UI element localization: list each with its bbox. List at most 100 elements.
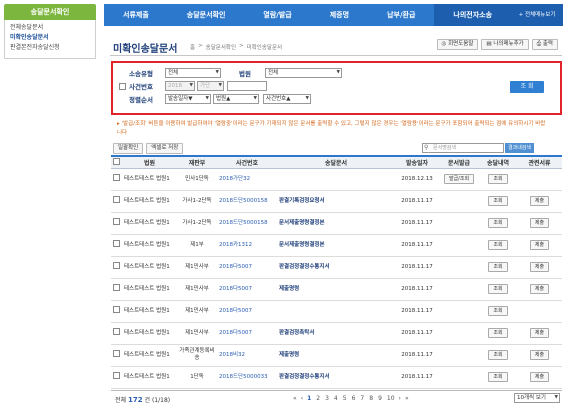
nav-item-payment-refund[interactable]: 납부/환급 (368, 4, 434, 26)
issue-button[interactable]: 발급/조회 (443, 174, 475, 184)
page-number[interactable]: 8 (369, 395, 373, 402)
table-row[interactable]: 테스트테스트 법원1 가사1-2단독 2018드단5000158 판결기록검정요청서 2… (111, 190, 562, 213)
sidebar-item-unconfirmed-documents[interactable]: 미확인송달문서 (10, 33, 90, 43)
print-button[interactable]: ⎙ 출력 (531, 39, 558, 50)
cell-document[interactable]: 판결검정결정수통지서 (277, 256, 395, 279)
table-row[interactable]: 테스트테스트 법원1 제1민사부 2018다5007 제출명령 2018.11.17 조회… (111, 278, 562, 301)
row-checkbox[interactable] (111, 300, 122, 323)
table-row[interactable]: 테스트테스트 법원1 가족관계등록비송 2018비32 제출명령 2018.11.17 조… (111, 344, 562, 367)
page-number[interactable]: 6 (352, 395, 356, 402)
breadcrumb-delivery-check[interactable]: 송달문서확인 (206, 43, 236, 51)
cell-case-number[interactable]: 2018드단5000033 (217, 366, 277, 389)
case-number-input[interactable] (227, 81, 267, 91)
cell-case-number[interactable]: 2018다5007 (217, 278, 277, 301)
excel-save-button[interactable]: 엑셀로 저장 (146, 143, 184, 154)
cell-document[interactable] (277, 168, 395, 191)
submit-button[interactable]: 제출 (529, 196, 550, 206)
cell-case-number[interactable]: 2018다5007 (217, 322, 277, 345)
page-number[interactable]: 9 (378, 395, 382, 402)
nav-item-delivery-check[interactable]: 송달문서확인 (168, 4, 245, 26)
submit-button[interactable]: 제출 (529, 372, 550, 382)
row-checkbox[interactable] (111, 322, 122, 345)
row-checkbox[interactable] (111, 234, 122, 257)
row-checkbox[interactable] (111, 344, 122, 367)
case-type-select[interactable]: 전체 (165, 68, 221, 78)
nav-item-view-issue[interactable]: 열람/발급 (244, 4, 310, 26)
submit-button[interactable]: 제출 (529, 218, 550, 228)
cell-document[interactable]: 판결기록검정요청서 (277, 190, 395, 213)
submit-button[interactable]: 제출 (529, 284, 550, 294)
cell-document[interactable]: 제출명령 (277, 344, 395, 367)
row-checkbox[interactable] (111, 278, 122, 301)
cell-case-number[interactable]: 2018드단5000158 (217, 190, 277, 213)
search-button[interactable]: 조 회 (510, 81, 544, 93)
page-number[interactable]: 1 (307, 395, 311, 402)
sort-second-select[interactable]: 법원▲ (213, 94, 259, 104)
cell-case-number[interactable]: 2018다5007 (217, 256, 277, 279)
cell-document[interactable]: 판결검정결정수통지서 (277, 366, 395, 389)
table-row[interactable]: 테스트테스트 법원1 1단독 2018드단5000033 판결검정결정수통지서 2018… (111, 366, 562, 389)
breadcrumb-home[interactable]: 홈 (190, 43, 195, 51)
case-kind-select[interactable]: 가단 (197, 81, 224, 91)
nav-item-certificates[interactable]: 제증명 (311, 4, 368, 26)
page-number[interactable]: 5 (343, 395, 347, 402)
sidebar-item-all-documents[interactable]: 전체송달문서 (10, 23, 90, 33)
cell-case-number[interactable]: 2018카1312 (217, 234, 277, 257)
cell-case-number[interactable]: 2018비32 (217, 344, 277, 367)
document-search-input[interactable]: ⚲ 문서명검색 (422, 143, 504, 153)
cell-case-number[interactable]: 2018드단5000158 (217, 212, 277, 235)
nav-item-my-ecase[interactable]: 나의전자소송 (434, 4, 512, 26)
cell-document[interactable]: 제출명령 (277, 278, 395, 301)
row-checkbox[interactable] (111, 366, 122, 389)
row-checkbox[interactable] (111, 168, 122, 191)
row-checkbox[interactable] (111, 212, 122, 235)
select-all-checkbox[interactable] (111, 155, 122, 169)
cell-document[interactable]: 판결검정촉탁서 (277, 322, 395, 345)
nav-all-menu-button[interactable]: + 전체메뉴보기 (511, 4, 564, 26)
sort-third-select[interactable]: 사건번호▲ (263, 94, 311, 104)
row-checkbox[interactable] (111, 256, 122, 279)
sort-first-select[interactable]: 발송일자▼ (165, 94, 211, 104)
view-button[interactable]: 조회 (488, 174, 508, 184)
page-number[interactable]: 3 (325, 395, 329, 402)
page-number[interactable]: 2 (316, 395, 320, 402)
table-row[interactable]: 테스트테스트 법원1 제1민사부 2018다5007 판결검정결정수통지서 2018.1… (111, 256, 562, 279)
court-select[interactable]: 전체 (265, 68, 342, 78)
cell-case-number[interactable]: 2018가단32 (217, 168, 277, 191)
prev-page-icon[interactable]: ‹ (301, 395, 303, 402)
submit-button[interactable]: 제출 (529, 240, 550, 250)
view-button[interactable]: 조회 (488, 196, 508, 206)
case-year-select[interactable]: 2018 (165, 81, 195, 91)
page-number[interactable]: 7 (360, 395, 364, 402)
view-button[interactable]: 조회 (488, 218, 508, 228)
cell-document[interactable]: 문서제출명령결정본 (277, 234, 395, 257)
per-page-select[interactable]: 10개씩 보기 (514, 393, 560, 403)
page-number[interactable]: 4 (334, 395, 338, 402)
view-button[interactable]: 조회 (488, 306, 508, 316)
cell-document[interactable]: 문서제출명령결정본 (277, 212, 395, 235)
view-button[interactable]: 조회 (488, 262, 508, 272)
help-button[interactable]: ◎ 회면도움말 (436, 39, 479, 50)
view-button[interactable]: 조회 (488, 328, 508, 338)
last-page-icon[interactable]: » (405, 395, 409, 402)
add-my-menu-button[interactable]: ▤ 나의메뉴추가 (481, 39, 529, 50)
cell-case-number[interactable]: 2018다5007 (217, 300, 277, 323)
submit-button[interactable]: 제출 (529, 350, 550, 360)
view-button[interactable]: 조회 (488, 240, 508, 250)
view-button[interactable]: 조회 (488, 350, 508, 360)
view-button[interactable]: 조회 (488, 284, 508, 294)
nav-item-document-submit[interactable]: 서류제출 (104, 4, 168, 26)
table-row[interactable]: 테스트테스트 법원1 제1민사부 2018다5007 2018.11.17 조회 (111, 300, 562, 323)
table-row[interactable]: 테스트테스트 법원1 민사1단독 2018가단32 2018.12.13 발급/조회 조회 (111, 168, 562, 191)
case-number-checkbox[interactable] (119, 82, 126, 90)
submit-button[interactable]: 제출 (529, 262, 550, 272)
view-button[interactable]: 조회 (488, 372, 508, 382)
next-page-icon[interactable]: › (399, 395, 401, 402)
sidebar-item-judgment-request[interactable]: 판결본전자송달신청 (10, 43, 90, 53)
table-row[interactable]: 테스트테스트 법원1 제1민사부 2018다5007 판결검정촉탁서 2018.11.1… (111, 322, 562, 345)
search-in-results-button[interactable]: 결과내검색 (505, 143, 535, 153)
table-row[interactable]: 테스트테스트 법원1 가사1-2단독 2018드단5000158 문서제출명령결정본 2… (111, 212, 562, 235)
table-row[interactable]: 테스트테스트 법원1 제1부 2018카1312 문서제출명령결정본 2018.11.1… (111, 234, 562, 257)
page-number[interactable]: 10 (387, 395, 395, 402)
batch-confirm-button[interactable]: 일괄확인 (113, 143, 144, 154)
